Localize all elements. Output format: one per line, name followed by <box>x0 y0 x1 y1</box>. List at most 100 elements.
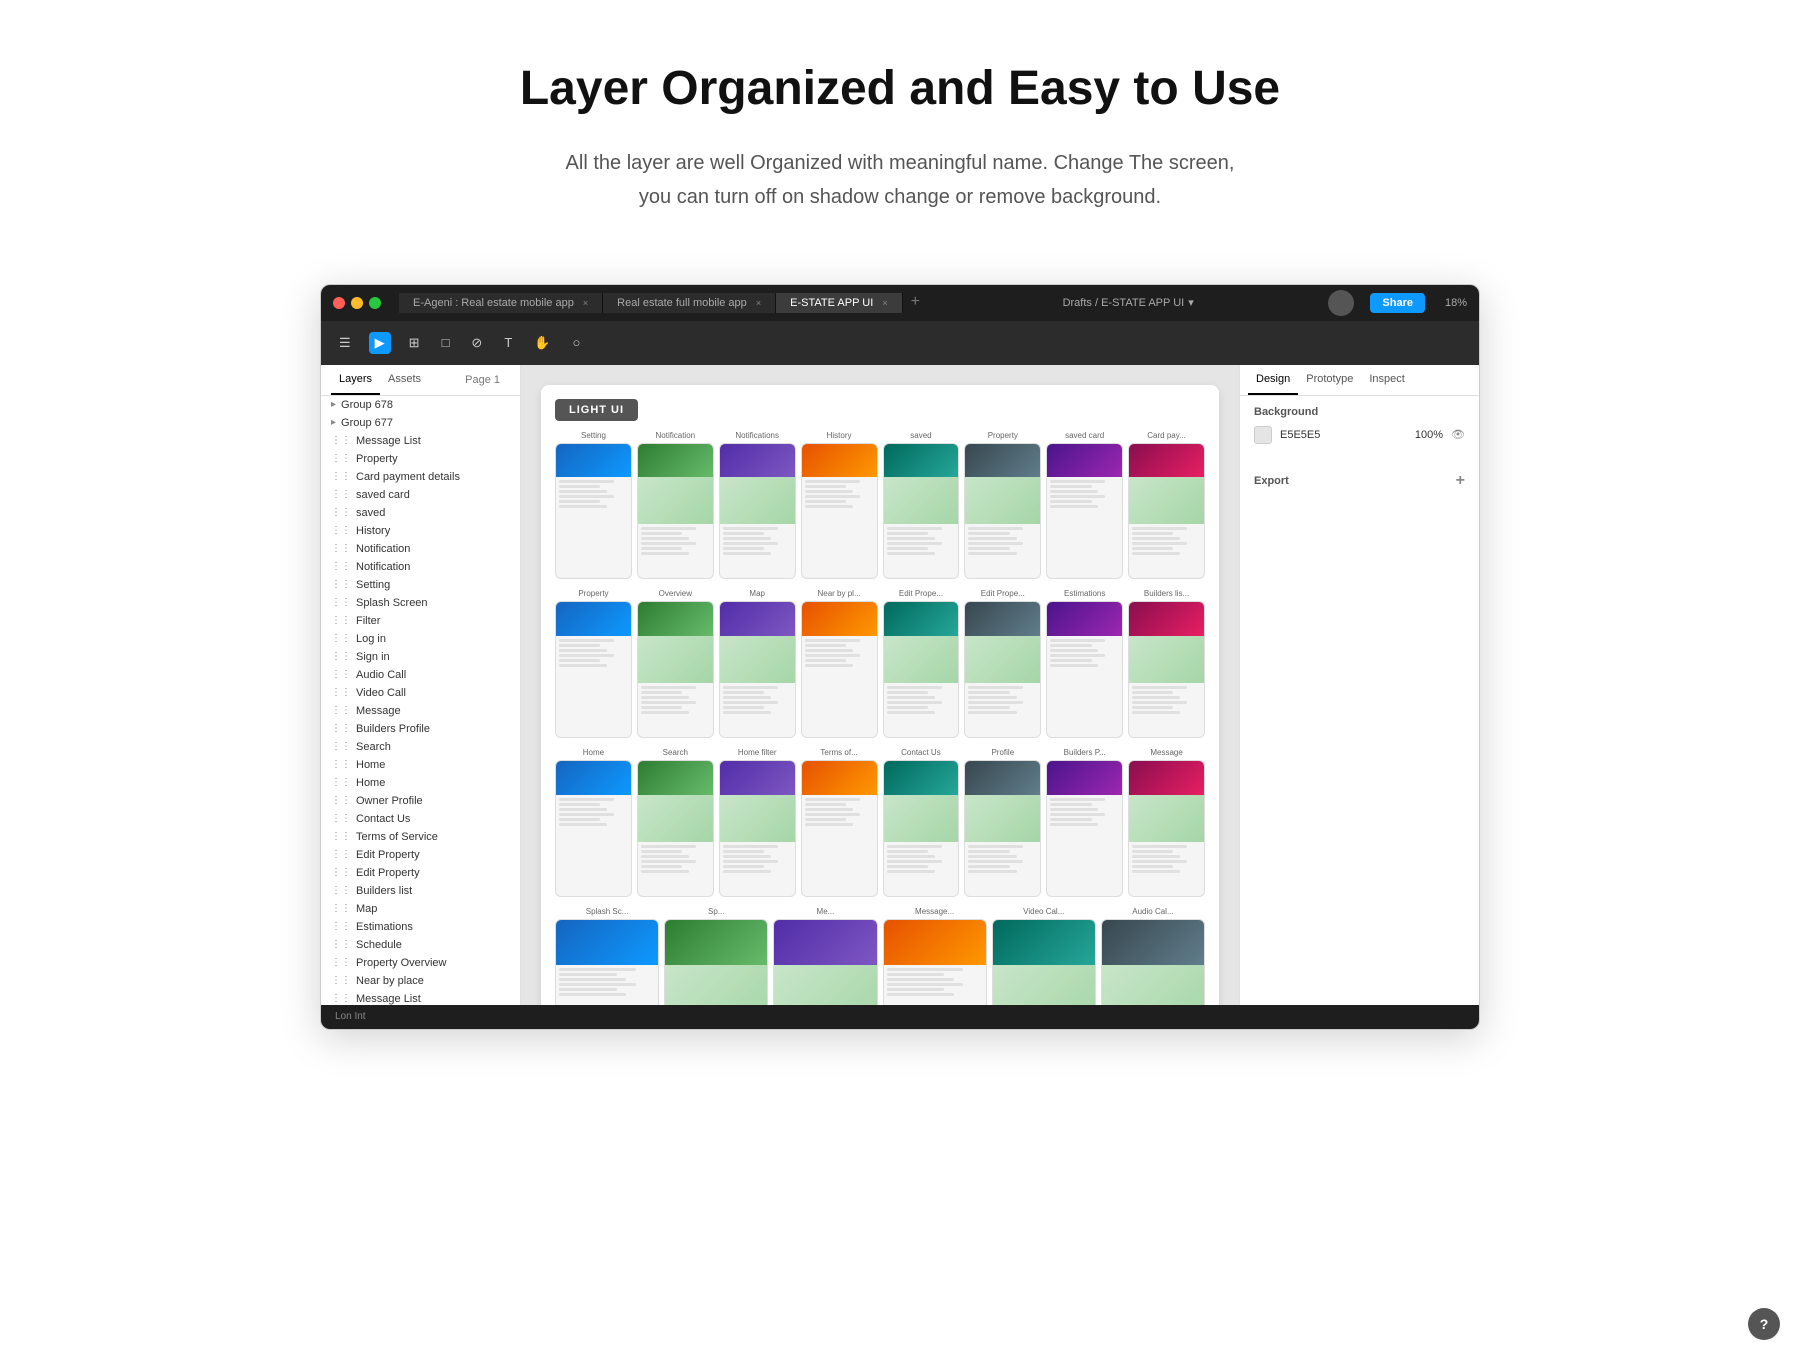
screen-thumbnail[interactable] <box>719 760 796 897</box>
help-button[interactable]: ? <box>1748 1308 1780 1340</box>
list-item[interactable]: ⋮⋮Log in <box>321 630 520 648</box>
add-export-button[interactable]: + <box>1456 472 1465 490</box>
list-item[interactable]: ⋮⋮Schedule <box>321 936 520 954</box>
list-item[interactable]: ⋮⋮Filter <box>321 612 520 630</box>
close-button[interactable] <box>333 297 345 309</box>
minimize-button[interactable] <box>351 297 363 309</box>
comment-tool[interactable]: ○ <box>568 331 584 354</box>
list-item[interactable]: ⋮⋮Edit Property <box>321 846 520 864</box>
layer-icon: ⋮⋮ <box>331 543 351 554</box>
screen-thumbnail[interactable] <box>964 443 1041 580</box>
layers-tab[interactable]: Layers <box>331 365 380 395</box>
list-item[interactable]: ⋮⋮Message List <box>321 990 520 1005</box>
list-item[interactable]: ⋮⋮Video Call <box>321 684 520 702</box>
list-item[interactable]: ⋮⋮Card payment details <box>321 468 520 486</box>
menu-icon[interactable]: ☰ <box>335 331 355 355</box>
tab-estate-active[interactable]: E-STATE APP UI × <box>776 293 902 313</box>
screen-thumbnail[interactable] <box>719 443 796 580</box>
move-tool[interactable]: ▶ <box>369 332 391 354</box>
screen-thumbnail[interactable] <box>883 760 960 897</box>
screen-thumbnail[interactable] <box>964 601 1041 738</box>
layer-icon: ⋮⋮ <box>331 993 351 1004</box>
tab-realestate[interactable]: Real estate full mobile app × <box>603 293 776 313</box>
tab-close-icon[interactable]: × <box>882 298 887 308</box>
list-item[interactable]: ⋮⋮History <box>321 522 520 540</box>
screen-thumbnail[interactable] <box>883 601 960 738</box>
screen-thumbnail[interactable] <box>801 760 878 897</box>
list-item[interactable]: ⋮⋮Property Overview <box>321 954 520 972</box>
design-tab[interactable]: Design <box>1248 365 1298 395</box>
pen-tool[interactable]: ⊘ <box>467 331 486 355</box>
screen-thumbnail[interactable] <box>964 760 1041 897</box>
list-item[interactable]: ⋮⋮Search <box>321 738 520 756</box>
screen-thumbnail[interactable] <box>664 919 768 1005</box>
list-item[interactable]: ⋮⋮Near by place <box>321 972 520 990</box>
screen-thumbnail[interactable] <box>1046 601 1123 738</box>
tab-eageni[interactable]: E-Ageni : Real estate mobile app × <box>399 293 603 313</box>
list-item[interactable]: ▸ Group 678 <box>321 396 520 414</box>
screen-thumbnail[interactable] <box>1128 760 1205 897</box>
list-item[interactable]: ⋮⋮Property <box>321 450 520 468</box>
screen-thumbnail[interactable] <box>801 601 878 738</box>
screen-thumbnail[interactable] <box>555 443 632 580</box>
screen-thumbnail[interactable] <box>773 919 877 1005</box>
screen-thumbnail[interactable] <box>1101 919 1205 1005</box>
color-swatch[interactable] <box>1254 426 1272 444</box>
list-item[interactable]: ⋮⋮Audio Call <box>321 666 520 684</box>
screen-thumbnail[interactable] <box>1128 601 1205 738</box>
figma-canvas[interactable]: LIGHT UI SettingNotificationNotification… <box>521 365 1239 1005</box>
list-item[interactable]: ⋮⋮Home <box>321 774 520 792</box>
add-tab-button[interactable]: + <box>903 293 928 313</box>
hand-tool[interactable]: ✋ <box>530 331 554 355</box>
screen-wrapper: Profile <box>964 748 1041 897</box>
list-item[interactable]: ⋮⋮saved card <box>321 486 520 504</box>
assets-tab[interactable]: Assets <box>380 365 429 395</box>
eye-icon[interactable]: 👁 <box>1451 428 1465 441</box>
screen-thumbnail[interactable] <box>992 919 1096 1005</box>
screen-thumbnail[interactable] <box>801 443 878 580</box>
list-item[interactable]: ⋮⋮Home <box>321 756 520 774</box>
list-item[interactable]: ⋮⋮Edit Property <box>321 864 520 882</box>
screen-thumbnail[interactable] <box>555 601 632 738</box>
screen-thumbnail[interactable] <box>1046 443 1123 580</box>
screen-thumbnail[interactable] <box>637 601 714 738</box>
list-item[interactable]: ⋮⋮Builders Profile <box>321 720 520 738</box>
list-item[interactable]: ⋮⋮Setting <box>321 576 520 594</box>
screen-thumbnail[interactable] <box>1046 760 1123 897</box>
tab-close-icon[interactable]: × <box>756 298 761 308</box>
prototype-tab[interactable]: Prototype <box>1298 365 1361 395</box>
screen-thumbnail[interactable] <box>883 443 960 580</box>
shape-tool[interactable]: □ <box>438 331 454 354</box>
list-item[interactable]: ⋮⋮Splash Screen <box>321 594 520 612</box>
dropdown-chevron-icon[interactable]: ▾ <box>1188 296 1194 309</box>
list-item[interactable]: ⋮⋮Sign in <box>321 648 520 666</box>
list-item[interactable]: ⋮⋮saved <box>321 504 520 522</box>
screen-thumbnail[interactable] <box>555 760 632 897</box>
screen-thumbnail[interactable] <box>637 760 714 897</box>
screen-thumbnail[interactable] <box>1128 443 1205 580</box>
list-item[interactable]: ⋮⋮Terms of Service <box>321 828 520 846</box>
list-item[interactable]: ⋮⋮Map <box>321 900 520 918</box>
list-item[interactable]: ▸ Group 677 <box>321 414 520 432</box>
screen-thumbnail[interactable] <box>883 919 987 1005</box>
share-button[interactable]: Share <box>1370 293 1425 313</box>
list-item[interactable]: ⋮⋮Notification <box>321 558 520 576</box>
screen-thumbnail[interactable] <box>637 443 714 580</box>
list-item[interactable]: ⋮⋮Builders list <box>321 882 520 900</box>
screen-thumbnail[interactable] <box>555 919 659 1005</box>
maximize-button[interactable] <box>369 297 381 309</box>
text-tool[interactable]: T <box>500 331 516 354</box>
tab-close-icon[interactable]: × <box>583 298 588 308</box>
screen-thumbnail[interactable] <box>719 601 796 738</box>
list-item[interactable]: ⋮⋮Owner Profile <box>321 792 520 810</box>
inspect-tab[interactable]: Inspect <box>1361 365 1412 395</box>
list-item[interactable]: ⋮⋮Contact Us <box>321 810 520 828</box>
list-item[interactable]: ⋮⋮Message List <box>321 432 520 450</box>
list-item[interactable]: ⋮⋮Notification <box>321 540 520 558</box>
screen-wrapper: Home filter <box>719 748 796 897</box>
screen-label: Home filter <box>719 748 796 757</box>
screen-label: History <box>801 431 878 440</box>
list-item[interactable]: ⋮⋮Message <box>321 702 520 720</box>
list-item[interactable]: ⋮⋮Estimations <box>321 918 520 936</box>
frame-tool[interactable]: ⊞ <box>405 331 424 355</box>
